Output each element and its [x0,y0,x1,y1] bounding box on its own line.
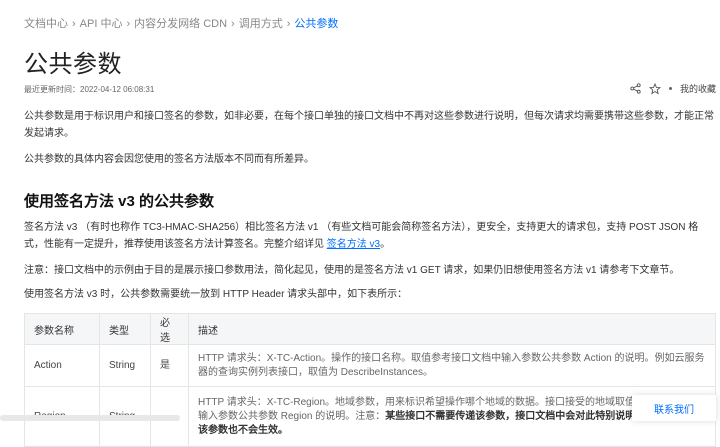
breadcrumb-separator: › [286,18,291,30]
page-actions: 我的收藏 [630,82,716,95]
star-icon[interactable] [648,82,661,95]
breadcrumb-separator: › [126,18,131,30]
horizontal-scrollbar[interactable] [0,415,180,421]
signature-v3-link[interactable]: 签名方法 v3 [327,239,380,250]
param-name: Action [24,344,100,387]
param-description: HTTP 请求头：X-TC-Action。操作的接口名称。取值参考接口文档中输入… [188,344,716,387]
section-heading: 使用签名方法 v3 的公共参数 [24,193,215,210]
breadcrumb-separator: › [231,18,235,30]
my-favorites-link[interactable]: 我的收藏 [680,82,716,95]
contact-us-button[interactable]: 联系我们 [632,395,716,421]
section-paragraph-1-end: 。 [380,239,391,250]
breadcrumb-item-call-method[interactable]: 调用方式 [239,18,283,30]
breadcrumb: 文档中心 › API 中心 › 内容分发网络 CDN › 调用方式 › 公共参数 [24,15,338,31]
last-updated: 最近更新时间：2022-04-12 06:08:31 [24,85,155,94]
param-type: String [99,344,151,387]
header-params-paragraph: 使用签名方法 v3 时，公共参数需要统一放到 HTTP Header 请求头部中… [24,289,408,300]
column-header-description: 描述 [188,313,716,345]
param-required: 是 [150,344,189,387]
share-icon[interactable] [630,83,641,94]
table-header-row: 参数名称 类型 必选 描述 [24,313,716,345]
column-header-required: 必选 [150,313,189,345]
page-title: 公共参数 [24,51,122,78]
table-row: Action String 是 HTTP 请求头：X-TC-Action。操作的… [24,344,716,387]
separator-dot [668,87,672,90]
section-paragraph-1: 签名方法 v3 （有时也称作 TC3-HMAC-SHA256）相比签名方法 v1… [24,219,714,253]
intro-paragraph-2: 公共参数的具体内容会因您使用的签名方法版本不同而有所差异。 [24,154,314,165]
breadcrumb-separator: › [72,18,76,30]
note-paragraph: 注意：接口文档中的示例由于目的是展示接口参数用法，简化起见，使用的是签名方法 v… [24,265,680,276]
params-table: 参数名称 类型 必选 描述 Action String 是 HTTP 请求头：X… [24,313,716,447]
breadcrumb-item-api-center[interactable]: API 中心 [80,18,123,30]
column-header-type: 类型 [99,313,151,345]
breadcrumb-item-doc-center[interactable]: 文档中心 [24,18,68,30]
column-header-name: 参数名称 [24,313,100,345]
intro-paragraph-1: 公共参数是用于标识用户和接口签名的参数，如非必要，在每个接口单独的接口文档中不再… [24,111,714,139]
breadcrumb-current: 公共参数 [294,18,339,30]
breadcrumb-item-cdn[interactable]: 内容分发网络 CDN [134,18,227,30]
